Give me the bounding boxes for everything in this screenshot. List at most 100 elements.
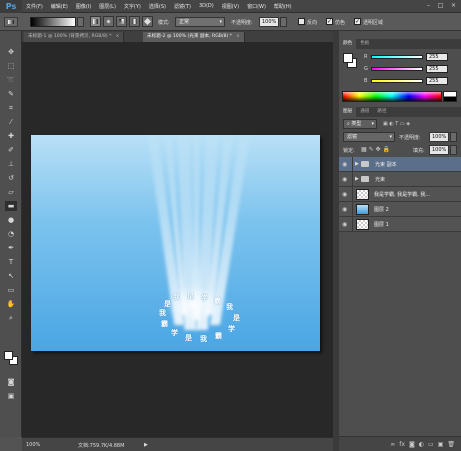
brush-tool-icon[interactable]: ✐ bbox=[5, 145, 17, 155]
menu-3d[interactable]: 3D(D) bbox=[195, 3, 218, 9]
diamond-gradient-button[interactable] bbox=[142, 16, 153, 27]
menu-type[interactable]: 文字(Y) bbox=[120, 3, 145, 10]
expand-arrow-icon[interactable]: ▶ bbox=[355, 161, 359, 167]
tab-color[interactable]: 颜色 bbox=[339, 39, 357, 49]
zoom-tool-icon[interactable]: ⌕ bbox=[5, 313, 17, 323]
tab-layers[interactable]: 图层 bbox=[339, 107, 357, 117]
eraser-tool-icon[interactable]: ▱ bbox=[5, 187, 17, 197]
layer-row[interactable]: ◉ ▶ 光束 bbox=[339, 172, 461, 187]
menu-filter[interactable]: 滤镜(T) bbox=[170, 3, 195, 10]
red-slider[interactable]: R 255 bbox=[364, 53, 456, 62]
angle-gradient-button[interactable] bbox=[116, 16, 127, 27]
green-slider[interactable]: G 255 bbox=[364, 65, 456, 74]
new-layer-icon[interactable]: ▣ bbox=[438, 441, 444, 448]
reverse-checkbox[interactable] bbox=[298, 18, 305, 25]
dither-checkbox[interactable]: ✓ bbox=[326, 18, 333, 25]
marquee-tool-icon[interactable]: ⬚ bbox=[5, 61, 17, 71]
status-menu-arrow-icon[interactable]: ▶ bbox=[144, 442, 148, 448]
layer-opacity-input[interactable]: 100% bbox=[429, 132, 449, 142]
tab-paths[interactable]: 路径 bbox=[373, 107, 390, 117]
clone-stamp-tool-icon[interactable]: ⊥ bbox=[5, 159, 17, 169]
document-tab-2[interactable]: 未标题-2 @ 100% (光束 副本, RGB/8) * × bbox=[143, 32, 245, 42]
blue-value-input[interactable]: 255 bbox=[426, 77, 448, 85]
blue-slider[interactable]: B 255 bbox=[364, 77, 456, 86]
crop-tool-icon[interactable]: ⌗ bbox=[5, 103, 17, 113]
gradient-swatch[interactable] bbox=[30, 17, 76, 27]
layer-row[interactable]: ◉ 我是学霸, 我是学霸, 我... bbox=[339, 187, 461, 202]
minimize-button[interactable]: – bbox=[424, 2, 433, 10]
gradient-tool-icon[interactable]: ▬ bbox=[5, 201, 17, 211]
fill-dropdown[interactable] bbox=[450, 145, 457, 155]
reflected-gradient-button[interactable] bbox=[129, 16, 140, 27]
radial-gradient-button[interactable] bbox=[103, 16, 114, 27]
color-spectrum[interactable] bbox=[342, 91, 442, 102]
layer-row[interactable]: ◉ ▶ 光束 副本 bbox=[339, 157, 461, 172]
screen-mode-icon[interactable]: ▣ bbox=[5, 391, 17, 401]
lock-icons[interactable]: ▦ ✎ ✥ 🔒 bbox=[361, 146, 390, 153]
maximize-button[interactable]: □ bbox=[436, 2, 445, 10]
expand-arrow-icon[interactable]: ▶ bbox=[355, 176, 359, 182]
menu-view[interactable]: 视图(V) bbox=[218, 3, 243, 10]
path-select-tool-icon[interactable]: ↖ bbox=[5, 271, 17, 281]
foreground-color-swatch[interactable] bbox=[4, 351, 13, 360]
opacity-input[interactable]: 100% bbox=[259, 17, 279, 27]
document-workspace[interactable]: 我 是 学 霸 我 是 学 霸 我 是 学 霸 我 是 bbox=[22, 42, 333, 437]
pen-tool-icon[interactable]: ✒ bbox=[5, 243, 17, 253]
layer-row[interactable]: ◉ 图层 2 bbox=[339, 202, 461, 217]
tab-channels[interactable]: 通道 bbox=[356, 107, 373, 117]
menu-edit[interactable]: 编辑(E) bbox=[47, 3, 72, 10]
blend-mode-select[interactable]: 滤镜 bbox=[343, 132, 395, 142]
lasso-tool-icon[interactable]: ➰ bbox=[5, 75, 17, 85]
close-window-button[interactable]: × bbox=[449, 2, 458, 10]
gradient-picker-dropdown[interactable] bbox=[77, 17, 84, 27]
tool-preset-picker[interactable] bbox=[4, 17, 18, 27]
link-layers-icon[interactable]: ∞ bbox=[390, 441, 395, 448]
type-tool-icon[interactable]: T bbox=[5, 257, 17, 267]
opacity-dropdown[interactable] bbox=[280, 17, 287, 27]
visibility-eye-icon[interactable]: ◉ bbox=[342, 176, 347, 183]
close-tab-1-icon[interactable]: × bbox=[115, 34, 119, 39]
mode-select[interactable]: 正常 bbox=[175, 17, 225, 27]
visibility-eye-icon[interactable]: ◉ bbox=[342, 161, 347, 168]
zoom-level[interactable]: 100% bbox=[26, 442, 40, 448]
menu-file[interactable]: 文件(F) bbox=[22, 3, 47, 10]
healing-brush-tool-icon[interactable]: ✚ bbox=[5, 131, 17, 141]
menu-select[interactable]: 选择(S) bbox=[145, 3, 170, 10]
layer-row[interactable]: ◉ 图层 1 bbox=[339, 217, 461, 232]
dodge-tool-icon[interactable]: ◔ bbox=[5, 229, 17, 239]
adjustment-layer-icon[interactable]: ◐ bbox=[419, 441, 424, 448]
menu-help[interactable]: 帮助(H) bbox=[270, 3, 296, 10]
menu-window[interactable]: 窗口(W) bbox=[243, 3, 270, 10]
layer-filter-icons[interactable]: ▣ ◐ T ▭ ◈ bbox=[383, 121, 410, 127]
linear-gradient-button[interactable] bbox=[90, 16, 101, 27]
hand-tool-icon[interactable]: ✋ bbox=[5, 299, 17, 309]
document-tab-1[interactable]: 未标题-1 @ 100% (背景拷贝, RGB/8) * × bbox=[24, 32, 125, 42]
close-tab-2-icon[interactable]: × bbox=[236, 34, 240, 39]
visibility-eye-icon[interactable]: ◉ bbox=[342, 191, 347, 198]
eyedropper-tool-icon[interactable]: ⁄ bbox=[5, 117, 17, 127]
visibility-eye-icon[interactable]: ◉ bbox=[342, 206, 347, 213]
quick-mask-icon[interactable]: ◙ bbox=[5, 377, 17, 387]
document-canvas[interactable]: 我 是 学 霸 我 是 学 霸 我 是 学 霸 我 是 bbox=[31, 135, 320, 351]
visibility-eye-icon[interactable]: ◉ bbox=[342, 221, 347, 228]
trash-icon[interactable]: 🗑 bbox=[447, 441, 455, 448]
blur-tool-icon[interactable]: ● bbox=[5, 215, 17, 225]
new-group-icon[interactable]: ▭ bbox=[428, 441, 434, 448]
menu-image[interactable]: 图像(I) bbox=[72, 3, 95, 10]
menu-layer[interactable]: 图层(L) bbox=[95, 3, 120, 10]
green-value-input[interactable]: 255 bbox=[426, 65, 448, 73]
history-brush-tool-icon[interactable]: ↺ bbox=[5, 173, 17, 183]
fill-input[interactable]: 100% bbox=[429, 145, 449, 155]
black-white-picker[interactable] bbox=[443, 91, 457, 102]
tab-swatches[interactable]: 色板 bbox=[356, 39, 373, 49]
shape-tool-icon[interactable]: ▭ bbox=[5, 285, 17, 295]
quick-select-tool-icon[interactable]: ✎ bbox=[5, 89, 17, 99]
add-mask-icon[interactable]: ◙ bbox=[409, 441, 415, 448]
move-tool-icon[interactable]: ✥ bbox=[5, 47, 17, 57]
transparency-checkbox[interactable]: ✓ bbox=[354, 18, 361, 25]
layer-opacity-dropdown[interactable] bbox=[450, 132, 457, 142]
layer-filter-select[interactable]: ⌕ 类型 bbox=[343, 119, 377, 129]
fx-icon[interactable]: fx bbox=[399, 441, 405, 448]
red-value-input[interactable]: 255 bbox=[426, 53, 448, 61]
color-panel-fg-swatch[interactable] bbox=[343, 53, 353, 63]
